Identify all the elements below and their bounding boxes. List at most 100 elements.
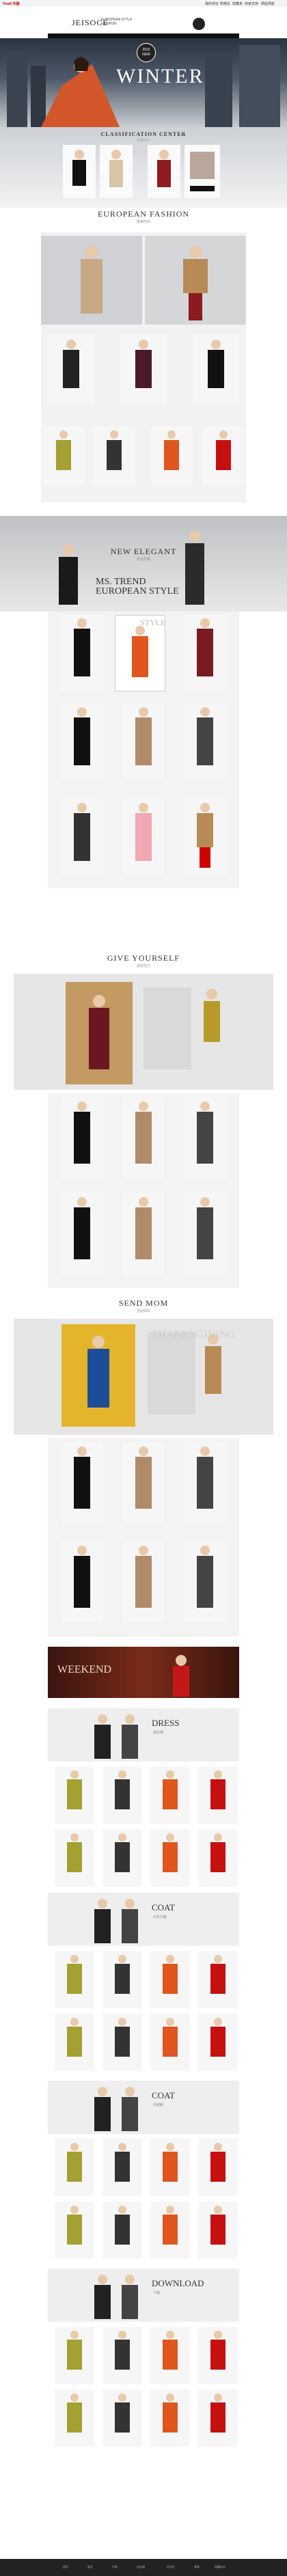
product-image <box>67 1833 82 1872</box>
category-card[interactable] <box>148 145 180 198</box>
product-card[interactable] <box>198 2202 238 2259</box>
product-card[interactable] <box>55 2389 94 2447</box>
product-card[interactable] <box>123 799 164 875</box>
product-card[interactable] <box>123 1097 164 1179</box>
product-card[interactable] <box>55 1951 94 2008</box>
product-card[interactable] <box>62 1097 102 1179</box>
product-card[interactable] <box>198 1829 238 1887</box>
product-card[interactable] <box>198 2014 238 2071</box>
new-elegant-banner[interactable] <box>0 516 287 612</box>
product-card[interactable] <box>120 335 167 403</box>
product-card[interactable] <box>150 2389 190 2447</box>
product-card[interactable] <box>150 1951 190 2008</box>
category-banner[interactable] <box>48 2081 239 2134</box>
product-card[interactable] <box>202 426 245 487</box>
product-card[interactable] <box>123 1541 164 1623</box>
product-card[interactable] <box>102 2389 142 2447</box>
footer-link[interactable]: 外套 <box>112 2565 118 2569</box>
product-card[interactable] <box>198 2327 238 2384</box>
product-card[interactable] <box>62 1192 102 1274</box>
product-card[interactable] <box>55 2139 94 2196</box>
product-card[interactable] <box>184 704 226 779</box>
product-card[interactable] <box>62 615 102 690</box>
footer-link[interactable]: 针织衫 <box>167 2565 175 2569</box>
footer-link[interactable]: 首页 <box>63 2565 68 2569</box>
send-mom-subtitle: 送给妈妈 <box>136 1309 150 1313</box>
product-card[interactable] <box>184 1541 226 1623</box>
product-image <box>115 1955 130 1994</box>
product-card[interactable] <box>184 615 226 690</box>
product-card[interactable] <box>150 2139 190 2196</box>
product-image <box>74 803 90 861</box>
product-card[interactable] <box>102 2202 142 2259</box>
style-box-label: STYLE <box>140 618 166 627</box>
product-card[interactable] <box>62 799 102 875</box>
product-card[interactable] <box>150 2327 190 2384</box>
product-card[interactable] <box>198 2389 238 2447</box>
category-sublabel: 大衣外套 <box>153 1915 167 1919</box>
product-image <box>135 340 152 388</box>
product-card[interactable] <box>55 1766 94 1824</box>
product-card[interactable] <box>150 1829 190 1887</box>
category-banner[interactable] <box>48 1708 239 1762</box>
product-image <box>164 430 179 470</box>
product-card[interactable] <box>184 799 226 875</box>
product-card[interactable] <box>102 2014 142 2071</box>
product-card[interactable] <box>198 1766 238 1824</box>
category-card[interactable] <box>63 145 96 198</box>
product-card[interactable] <box>102 1829 142 1887</box>
product-card[interactable] <box>55 2014 94 2071</box>
topbar-link[interactable]: 购物车 <box>220 1 230 6</box>
category-banner[interactable] <box>48 1893 239 1946</box>
product-card[interactable] <box>184 1192 226 1274</box>
product-card[interactable] <box>102 2327 142 2384</box>
product-card[interactable] <box>184 1442 226 1524</box>
product-card[interactable] <box>55 1829 94 1887</box>
product-card[interactable] <box>123 1442 164 1524</box>
product-feature[interactable] <box>145 236 246 325</box>
hero-new-badge: 2015 NEW <box>137 43 156 62</box>
product-card[interactable] <box>42 426 85 487</box>
product-card[interactable] <box>62 1442 102 1524</box>
topbar-link[interactable]: 收藏夹 <box>232 1 243 6</box>
category-card[interactable] <box>184 145 220 198</box>
product-card[interactable] <box>150 2202 190 2259</box>
product-card[interactable] <box>150 2014 190 2071</box>
product-image <box>67 2394 82 2433</box>
product-image <box>210 1955 226 1994</box>
product-card[interactable] <box>150 1766 190 1824</box>
product-card[interactable] <box>102 1951 142 2008</box>
topbar-link[interactable]: 商家支持 <box>245 1 258 6</box>
product-card[interactable] <box>198 2139 238 2196</box>
product-card[interactable] <box>55 2202 94 2259</box>
product-image <box>163 1955 178 1994</box>
product-card[interactable] <box>123 1192 164 1274</box>
product-card[interactable] <box>93 426 135 487</box>
category-model-image <box>72 150 86 186</box>
product-card[interactable] <box>102 2139 142 2196</box>
footer-link[interactable]: 连衣裙 <box>137 2565 145 2569</box>
hero-badge-year: 2015 <box>142 48 150 52</box>
product-card[interactable] <box>123 704 164 779</box>
product-card[interactable] <box>48 335 94 403</box>
topbar-link[interactable]: 我的淘宝 <box>205 1 219 6</box>
footer-link[interactable]: 新品 <box>87 2565 93 2569</box>
product-feature[interactable] <box>41 236 142 325</box>
topbar-link[interactable]: 网站导航 <box>261 1 275 6</box>
footer-link[interactable]: 裤装 <box>194 2565 200 2569</box>
footer-link[interactable]: 收藏本店 <box>215 2565 226 2569</box>
nav-bar[interactable] <box>48 33 239 38</box>
product-card[interactable] <box>150 426 193 487</box>
product-card[interactable] <box>55 2327 94 2384</box>
give-yourself-banner[interactable] <box>14 974 273 1090</box>
product-card[interactable] <box>62 704 102 779</box>
product-card[interactable] <box>184 1097 226 1179</box>
product-card[interactable] <box>102 1766 142 1824</box>
product-image <box>115 1833 130 1872</box>
tmall-brand[interactable]: Tmall 天猫 <box>3 1 19 6</box>
product-card[interactable] <box>193 335 239 403</box>
product-card[interactable] <box>62 1541 102 1623</box>
category-banner[interactable] <box>48 2269 239 2322</box>
product-card[interactable] <box>198 1951 238 2008</box>
category-card[interactable] <box>100 145 133 198</box>
